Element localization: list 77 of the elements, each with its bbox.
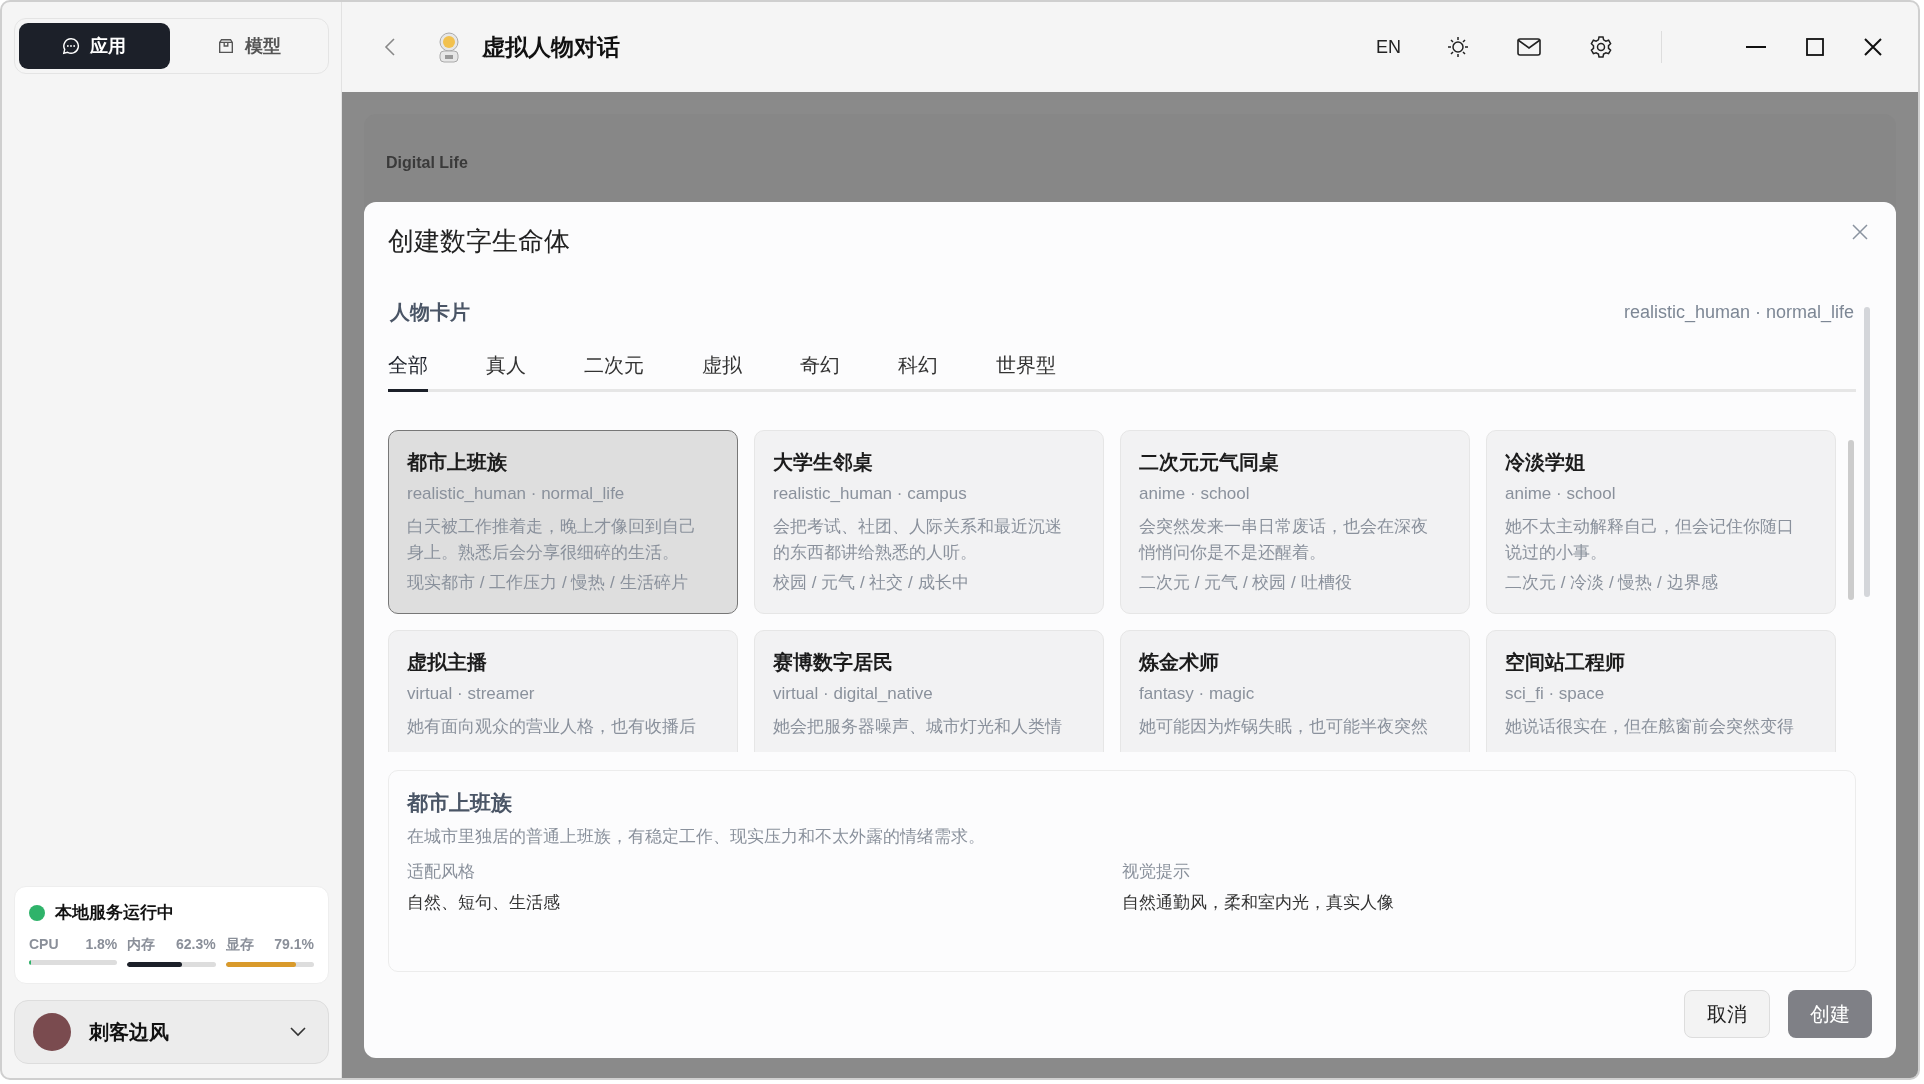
detail-title: 都市上班族: [407, 790, 513, 816]
box-icon: [216, 37, 235, 55]
metric-value: 62.3%: [175, 936, 216, 954]
page-title: 虚拟人物对话: [482, 32, 620, 62]
card-meta: realistic_human · normal_life: [407, 484, 626, 504]
back-icon[interactable]: [384, 37, 396, 57]
metric-value: 79.1%: [274, 936, 314, 954]
card-description: 白天被工作推着走，晚上才像回到自己身上。熟悉后会分享很细碎的生活。: [407, 516, 697, 564]
category-tab[interactable]: 真人: [486, 352, 526, 392]
card-tags: 二次元 / 冷淡 / 慢热 / 边界感: [1505, 571, 1817, 594]
field-label: 视觉提示: [1122, 861, 1191, 883]
card-meta: sci_fi · space: [1505, 684, 1606, 704]
character-card[interactable]: 大学生邻桌 realistic_human · campus 会把考试、社团、人际关系和最近沉迷的东西都讲给熟悉的人听。 校园 / 元气 / 社交 / 成长中: [754, 430, 1104, 614]
card-title: 大学生邻桌: [773, 450, 874, 475]
card-meta: anime · school: [1505, 484, 1617, 504]
user-menu[interactable]: 刺客边风: [14, 1000, 329, 1064]
category-tab[interactable]: 虚拟: [702, 352, 742, 392]
metric-label: CPU: [29, 936, 59, 952]
card-description: 会把考试、社团、人际关系和最近沉迷的东西都讲给熟悉的人听。: [773, 516, 1063, 564]
character-card[interactable]: 空间站工程师 sci_fi · space 她说话很实在，但在舷窗前会突然变得: [1486, 630, 1836, 752]
card-description: 她不太主动解释自己，但会记住你随口说过的小事。: [1505, 516, 1795, 564]
page-eyebrow: Digital Life: [386, 154, 468, 171]
sidebar-tab[interactable]: 模型: [173, 23, 324, 69]
metric-label: 内存: [127, 936, 156, 954]
category-tab[interactable]: 世界型: [996, 352, 1056, 392]
maximize-icon[interactable]: [1806, 38, 1824, 56]
card-title: 虚拟主播: [407, 650, 488, 675]
card-meta: virtual · digital_native: [773, 684, 934, 704]
language-button[interactable]: EN: [1370, 35, 1407, 59]
chevron-down-icon: [290, 1027, 306, 1037]
card-meta: virtual · streamer: [407, 684, 536, 704]
card-description: 她可能因为炸锅失眠，也可能半夜突然: [1139, 716, 1429, 738]
sun-icon[interactable]: [1447, 36, 1469, 58]
card-meta: realistic_human · campus: [773, 484, 968, 504]
card-description: 她说话很实在，但在舷窗前会突然变得: [1505, 716, 1795, 738]
category-tab[interactable]: 全部: [388, 352, 428, 392]
detail-summary: 在城市里独居的普通上班族，有稳定工作、现实压力和不太外露的情绪需求。: [407, 826, 986, 848]
dialog-title: 创建数字生命体: [388, 225, 570, 258]
section-title: 人物卡片: [390, 300, 470, 325]
character-card[interactable]: 都市上班族 realistic_human · normal_life 白天被工作推着走，晚上才像回到自己身上。熟悉后会分享很细碎的生活。 现实都市 / 工作压力 / 慢热 / 生活碎片: [388, 430, 738, 614]
card-title: 二次元元气同桌: [1139, 450, 1280, 475]
card-tags: 二次元 / 元气 / 校园 / 吐槽役: [1139, 571, 1451, 594]
cancel-button[interactable]: 取消: [1684, 990, 1770, 1038]
field-value: 自然通勤风，柔和室内光，真实人像: [1122, 892, 1395, 914]
card-description: 会突然发来一串日常废话，也会在深夜悄悄问你是不是还醒着。: [1139, 516, 1429, 564]
card-description: 她会把服务器噪声、城市灯光和人类情: [773, 716, 1063, 738]
field-label: 适配风格: [407, 861, 476, 883]
card-meta: fantasy · magic: [1139, 684, 1256, 704]
metric-value: 1.8%: [85, 936, 118, 952]
character-card[interactable]: 炼金术师 fantasy · magic 她可能因为炸锅失眠，也可能半夜突然: [1120, 630, 1470, 752]
category-tab[interactable]: 奇幻: [800, 352, 840, 392]
settings-icon[interactable]: [1589, 35, 1613, 59]
chat-icon: [62, 37, 81, 55]
character-card[interactable]: 冷淡学姐 anime · school 她不太主动解释自己，但会记住你随口说过的小事。 二次元 / 冷淡 / 慢热 / 边界感: [1486, 430, 1836, 614]
close-icon[interactable]: [1864, 38, 1882, 56]
sidebar-tab[interactable]: 应用: [19, 23, 170, 69]
card-title: 都市上班族: [407, 450, 508, 475]
card-meta: anime · school: [1139, 484, 1251, 504]
card-title: 空间站工程师: [1505, 650, 1626, 675]
character-card[interactable]: 赛博数字居民 virtual · digital_native 她会把服务器噪声、城市灯光和人类情: [754, 630, 1104, 752]
card-title: 赛博数字居民: [773, 650, 894, 675]
category-tab[interactable]: 科幻: [898, 352, 938, 392]
avatar: [33, 1013, 71, 1051]
card-tags: 现实都市 / 工作压力 / 慢热 / 生活碎片: [407, 571, 719, 594]
create-button[interactable]: 创建: [1788, 990, 1872, 1038]
character-card[interactable]: 二次元元气同桌 anime · school 会突然发来一串日常废话，也会在深夜悄悄问你是不是还醒着。 二次元 / 元气 / 校园 / 吐槽役: [1120, 430, 1470, 614]
category-tab[interactable]: 二次元: [584, 352, 644, 392]
character-card[interactable]: 虚拟主播 virtual · streamer 她有面向观众的营业人格，也有收播后: [388, 630, 738, 752]
card-description: 她有面向观众的营业人格，也有收播后: [407, 716, 697, 738]
metric-label: 显存: [225, 936, 254, 954]
status-title: 本地服务运行中: [55, 902, 174, 924]
card-title: 炼金术师: [1139, 650, 1220, 675]
card-title: 冷淡学姐: [1505, 450, 1586, 475]
selected-meta: realistic_human · normal_life: [1623, 302, 1854, 323]
mail-icon[interactable]: [1517, 38, 1541, 56]
field-value: 自然、短句、生活感: [407, 892, 561, 914]
card-tags: 校园 / 元气 / 社交 / 成长中: [773, 571, 1085, 594]
